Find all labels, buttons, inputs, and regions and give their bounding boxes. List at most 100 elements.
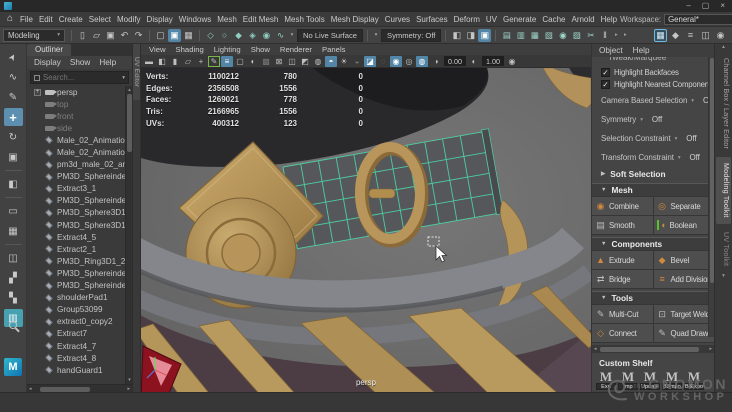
uv-editor-tab[interactable]: UV Editor: [133, 44, 140, 100]
viewport-menu-item[interactable]: Shading: [171, 45, 209, 54]
toolkit-hscrollbar[interactable]: ◂ ▸: [592, 345, 714, 353]
snap-icon[interactable]: ◇: [204, 29, 217, 42]
viewport-canvas[interactable]: Verts: 1100212 780 0 Edges: 2356508 1556…: [141, 68, 591, 392]
outliner-tab[interactable]: Outliner: [27, 44, 72, 56]
viewport-toggle-icon[interactable]: ◓: [325, 55, 337, 67]
viewport-toggle-icon[interactable]: ◒: [351, 56, 363, 67]
layout-shortcut-icon[interactable]: ▚: [4, 289, 23, 307]
toolkit-menu-item[interactable]: Help: [633, 46, 650, 55]
toolkit-vscrollbar[interactable]: [708, 57, 714, 337]
sidebar-toggle-icon[interactable]: ◆: [669, 29, 682, 42]
viewport-menu-item[interactable]: Lighting: [209, 45, 246, 54]
viewport-toggle-icon[interactable]: ☀: [338, 56, 350, 67]
toolkit-dropdown-row[interactable]: Selection Constraint ▾ Off: [592, 129, 714, 148]
toolkit-button[interactable]: ◆ Bevel: [653, 251, 714, 269]
symmetry-field[interactable]: Symmetry: Off: [381, 28, 442, 42]
sidebar-toggle-icon[interactable]: ≡: [684, 29, 697, 42]
menu-item[interactable]: Surfaces: [413, 15, 451, 24]
pause-viewport-icon[interactable]: ‖: [598, 29, 611, 42]
toolkit-button[interactable]: ✎ Multi-Cut: [592, 305, 653, 323]
sidebar-tab[interactable]: Modeling Toolkit: [716, 157, 731, 224]
viewport-toggle-icon[interactable]: ▢: [234, 56, 246, 67]
render-icon[interactable]: ▧: [542, 29, 555, 42]
outliner-item[interactable]: + Extract4_7: [27, 340, 125, 352]
toolbar-icon[interactable]: ▣: [104, 29, 117, 42]
viewport-menu-item[interactable]: View: [144, 45, 171, 54]
viewport-menu-item[interactable]: Show: [246, 45, 275, 54]
outliner-menu-item[interactable]: Display: [34, 58, 61, 67]
layout-shortcut-icon[interactable]: ▦: [4, 222, 23, 240]
menu-item[interactable]: Mesh Display: [328, 15, 382, 24]
sidebar-toggle-icon[interactable]: ▦: [654, 28, 667, 42]
outliner-item[interactable]: + shoulderPad1: [27, 292, 125, 304]
toolkit-button[interactable]: ◇ Connect: [592, 324, 653, 342]
toolkit-button[interactable]: ◎ Separate: [653, 197, 714, 215]
outliner-menu-item[interactable]: Show: [70, 58, 90, 67]
toolkit-button[interactable]: ◖ Boolean: [653, 216, 714, 234]
toolkit-checkbox-row[interactable]: ✓ Highlight Nearest Component: [592, 79, 714, 92]
viewport-toggle-icon[interactable]: ◫: [286, 56, 298, 67]
toolbar-icon[interactable]: ↶: [118, 29, 131, 42]
toolkit-button[interactable]: ⇄ Bridge: [592, 270, 653, 288]
collapse-icon[interactable]: ▸: [612, 32, 620, 38]
toolkit-menu-item[interactable]: Object: [599, 46, 623, 55]
menu-item[interactable]: Help: [598, 15, 620, 24]
search-input[interactable]: [43, 73, 120, 82]
history-icon[interactable]: ◧: [450, 29, 463, 42]
viewport-toggle-icon[interactable]: ◐: [247, 56, 259, 67]
viewport-menu-item[interactable]: Panels: [317, 45, 351, 54]
toolkit-button[interactable]: ⊡ Target Weld: [653, 305, 714, 323]
layout-shortcut-icon[interactable]: ◧: [4, 175, 23, 193]
layout-shortcut-icon[interactable]: ▭: [4, 202, 23, 220]
outliner-item[interactable]: + PM3D_Sphereinder3D: [27, 267, 125, 279]
tool-icon[interactable]: ➤: [4, 48, 23, 66]
viewport-menu-item[interactable]: Renderer: [275, 45, 317, 54]
sidebar-tab[interactable]: UV Toolkit: [716, 226, 731, 272]
chevron-down-icon[interactable]: ▾: [288, 32, 296, 38]
scroll-left-icon[interactable]: ◂: [594, 346, 597, 352]
outliner-item[interactable]: + Extract2_1: [27, 243, 125, 255]
snap-icon[interactable]: ◆: [232, 29, 245, 42]
section-header-tools[interactable]: ▼ Tools: [592, 291, 714, 304]
menu-item[interactable]: Edit: [36, 15, 56, 24]
outliner-item[interactable]: + pm3d_male_02_anima: [27, 159, 125, 171]
outliner-item[interactable]: + Extract4_5: [27, 231, 125, 243]
chevron-down-icon[interactable]: ▾: [691, 98, 694, 104]
toolkit-dropdown-row[interactable]: Transform Constraint ▾ Off: [592, 148, 714, 167]
layout-shortcut-icon[interactable]: [4, 197, 22, 198]
history-icon[interactable]: ◨: [464, 29, 477, 42]
scroll-down-icon[interactable]: ▾: [722, 273, 725, 280]
render-icon[interactable]: ◉: [556, 29, 569, 42]
snap-icon[interactable]: ∿: [274, 29, 287, 42]
window-control-button[interactable]: ×: [720, 2, 725, 10]
viewport-toggle-icon[interactable]: ◌: [377, 56, 389, 67]
sidebar-toggle-icon[interactable]: ◫: [699, 29, 712, 42]
selection-mode-icon[interactable]: ▦: [182, 29, 195, 42]
live-surface-field[interactable]: No Live Surface: [297, 28, 364, 42]
scroll-right-icon[interactable]: ▸: [709, 346, 712, 352]
search-tool-icon[interactable]: [4, 316, 23, 334]
expander-icon[interactable]: +: [34, 88, 41, 96]
window-control-button[interactable]: ▢: [702, 2, 710, 10]
menu-item[interactable]: Edit Mesh: [240, 15, 282, 24]
tool-icon[interactable]: ✎: [4, 88, 23, 106]
toolkit-button[interactable]: ≡ Add Divisions: [653, 270, 714, 288]
gamma-field[interactable]: 1.00: [482, 56, 504, 66]
viewport-toggle-icon[interactable]: ◪: [364, 55, 376, 67]
chevron-down-icon[interactable]: ▾: [640, 117, 643, 123]
viewport-toggle-icon[interactable]: ◍: [416, 55, 428, 67]
exposure-icon[interactable]: ◑: [430, 56, 442, 67]
outliner-item[interactable]: + PM3D_Sphere3D1_5: [27, 219, 125, 231]
chevron-down-icon[interactable]: ▾: [372, 32, 380, 38]
outliner-item[interactable]: + PM3D_Ring3D1_2: [27, 255, 125, 267]
selection-mode-icon[interactable]: ▣: [168, 28, 181, 42]
toolkit-button[interactable]: ✎ Quad Draw: [653, 324, 714, 342]
render-icon[interactable]: ▦: [528, 29, 541, 42]
snap-icon[interactable]: ◈: [246, 29, 259, 42]
toolbar-icon[interactable]: ▱: [90, 29, 103, 42]
menu-item[interactable]: Curves: [382, 15, 413, 24]
menu-item[interactable]: Mesh Tools: [281, 15, 327, 24]
menu-item[interactable]: File: [17, 15, 36, 24]
outliner-vscrollbar[interactable]: ▴ ▾: [125, 86, 132, 384]
scroll-down-icon[interactable]: ▾: [126, 377, 132, 383]
